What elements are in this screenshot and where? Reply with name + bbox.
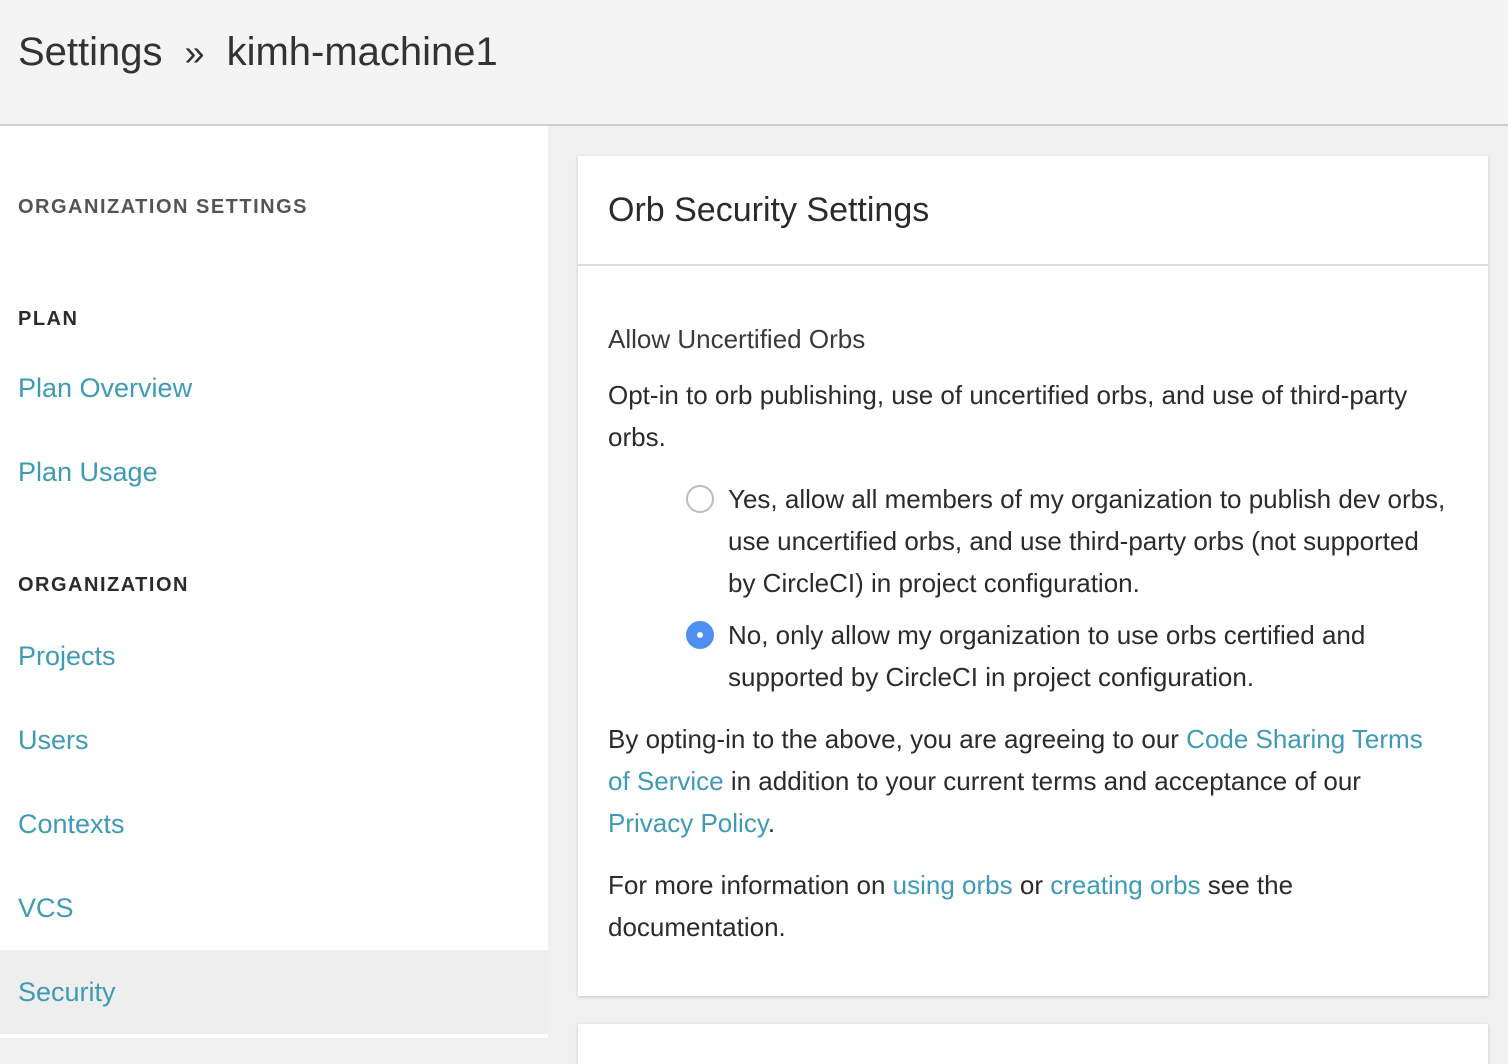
sidebar-item-vcs[interactable]: VCS (0, 866, 548, 950)
orb-security-card: Orb Security Settings Allow Uncertified … (578, 156, 1488, 996)
sidebar-item-security[interactable]: Security (0, 950, 548, 1034)
setting-label: Allow Uncertified Orbs (608, 324, 866, 354)
card-body: Allow Uncertified Orbs Opt-in to orb pub… (578, 266, 1488, 948)
next-card (578, 1024, 1488, 1064)
info-paragraph: For more information on using orbs or cr… (608, 864, 1368, 948)
sidebar-item-users[interactable]: Users (0, 698, 548, 782)
terms-text-pre: By opting-in to the above, you are agree… (608, 724, 1187, 754)
radio-yes-label: Yes, allow all members of my organizatio… (728, 484, 1446, 598)
breadcrumb-settings[interactable]: Settings (18, 30, 163, 75)
sidebar: ORGANIZATION SETTINGS PLAN Plan Overview… (0, 126, 548, 1038)
organization-heading: ORGANIZATION (18, 574, 189, 596)
sidebar-item-plan-overview[interactable]: Plan Overview (0, 346, 548, 430)
terms-text-mid: in addition to your current terms and ac… (723, 766, 1361, 796)
radio-yes-button[interactable] (686, 485, 714, 513)
privacy-policy-link[interactable]: Privacy Policy (608, 808, 768, 838)
sidebar-item-contexts[interactable]: Contexts (0, 782, 548, 866)
breadcrumb: Settings » kimh-machine1 (18, 30, 498, 75)
terms-paragraph: By opting-in to the above, you are agree… (608, 718, 1448, 844)
info-text-pre: For more information on (608, 870, 893, 900)
sidebar-item-projects[interactable]: Projects (0, 614, 548, 698)
plan-heading: PLAN (18, 308, 79, 330)
setting-description: Opt-in to orb publishing, use of uncerti… (608, 380, 1408, 452)
breadcrumb-separator: » (184, 31, 205, 73)
main-content: Orb Security Settings Allow Uncertified … (548, 126, 1508, 1064)
sidebar-item-plan-usage[interactable]: Plan Usage (0, 430, 548, 514)
radio-no-label: No, only allow my organization to use or… (728, 620, 1366, 692)
card-title: Orb Security Settings (578, 156, 1488, 266)
breadcrumb-current: kimh-machine1 (226, 30, 498, 74)
org-settings-heading: ORGANIZATION SETTINGS (18, 196, 309, 218)
radio-option-no[interactable]: No, only allow my organization to use or… (686, 614, 1446, 698)
radio-option-yes[interactable]: Yes, allow all members of my organizatio… (686, 478, 1446, 604)
page-header: Settings » kimh-machine1 (0, 0, 1508, 126)
creating-orbs-link[interactable]: creating orbs (1050, 870, 1200, 900)
radio-no-button[interactable] (686, 621, 714, 649)
using-orbs-link[interactable]: using orbs (893, 870, 1013, 900)
info-text-mid: or (1012, 870, 1051, 900)
terms-text-post: . (767, 808, 776, 838)
